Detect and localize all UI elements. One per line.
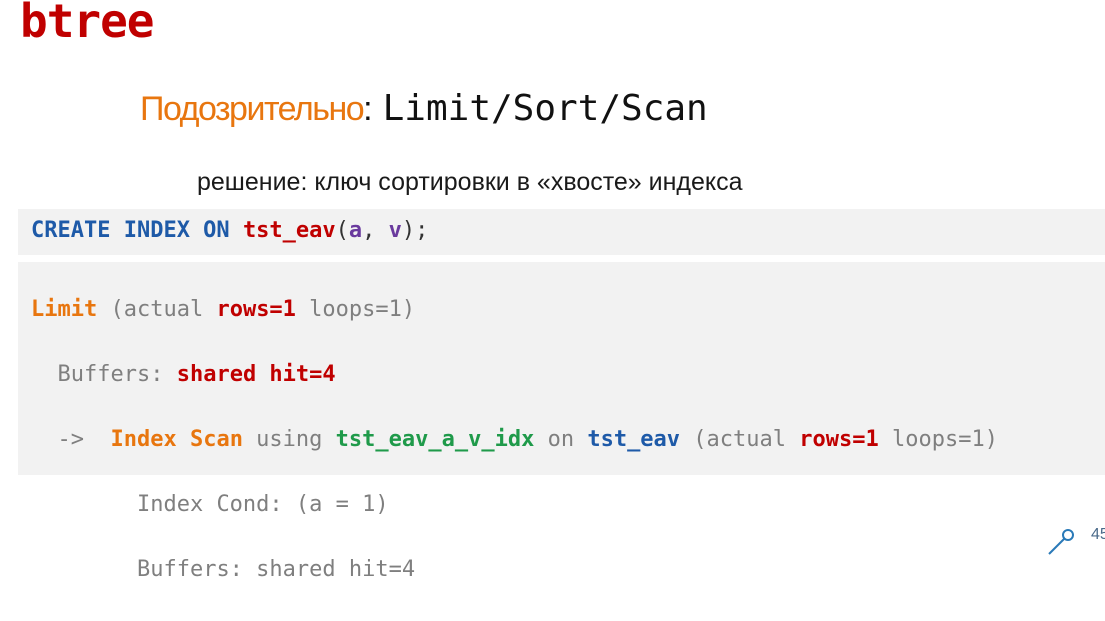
heading: Подозрительно: Limit/Sort/Scan bbox=[140, 88, 708, 129]
plan-arrow: -> bbox=[31, 427, 111, 452]
plan-buffers-2: Buffers: shared hit=4 bbox=[136, 557, 416, 582]
plan-table-name: tst_eav bbox=[587, 427, 681, 452]
plan-rows: rows=1 bbox=[216, 297, 296, 322]
slide-title: btree bbox=[20, 0, 154, 48]
plan-index-name: tst_eav_a_v_idx bbox=[335, 427, 535, 452]
create-separator: , bbox=[362, 218, 389, 243]
create-table-name: tst_eav bbox=[242, 218, 336, 243]
plan-rows-2: rows=1 bbox=[799, 427, 879, 452]
solution-text: решение: ключ сортировки в «хвосте» инде… bbox=[197, 168, 743, 196]
plan-line-index-scan: -> Index Scan using tst_eav_a_v_idx on t… bbox=[31, 426, 1105, 466]
heading-label: Подозрительно bbox=[140, 90, 365, 128]
plan-index-cond: Index Cond: (a = 1) bbox=[136, 492, 389, 517]
plan-actual-open: (actual bbox=[97, 297, 217, 322]
page-number: 45 bbox=[1091, 526, 1105, 543]
plan-line-buffers-2: Buffers: shared hit=4 bbox=[31, 556, 1105, 596]
plan-loops: loops=1) bbox=[295, 297, 416, 322]
create-open-paren: ( bbox=[335, 218, 349, 243]
plan-node-index-scan: Index Scan bbox=[110, 427, 243, 452]
create-keyword: CREATE INDEX ON bbox=[31, 218, 230, 243]
create-column-v: v bbox=[388, 218, 402, 243]
magnifier-icon bbox=[1048, 529, 1074, 555]
plan-line-limit: Limit (actual rows=1 loops=1) bbox=[31, 296, 1105, 336]
create-close: ); bbox=[401, 218, 429, 243]
plan-buffers-label: Buffers: bbox=[57, 362, 177, 387]
plan-on: on bbox=[534, 427, 588, 452]
plan-line-index-cond: Index Cond: (a = 1) bbox=[31, 491, 1105, 531]
plan-actual-open-2: (actual bbox=[680, 427, 800, 452]
create-index-statement: CREATE INDEX ON tst_eav(a, v); bbox=[18, 209, 1105, 255]
heading-topic: Limit/Sort/Scan bbox=[382, 88, 708, 129]
create-column-a: a bbox=[348, 218, 363, 243]
query-plan: Limit (actual rows=1 loops=1) Buffers: s… bbox=[18, 262, 1105, 582]
plan-node-limit: Limit bbox=[31, 297, 98, 322]
plan-line-buffers: Buffers: shared hit=4 bbox=[31, 361, 1105, 401]
plan-loops-2: loops=1) bbox=[878, 427, 998, 452]
plan-using: using bbox=[242, 427, 336, 452]
plan-shared-hit: shared hit=4 bbox=[176, 362, 336, 387]
heading-colon: : bbox=[363, 90, 373, 128]
